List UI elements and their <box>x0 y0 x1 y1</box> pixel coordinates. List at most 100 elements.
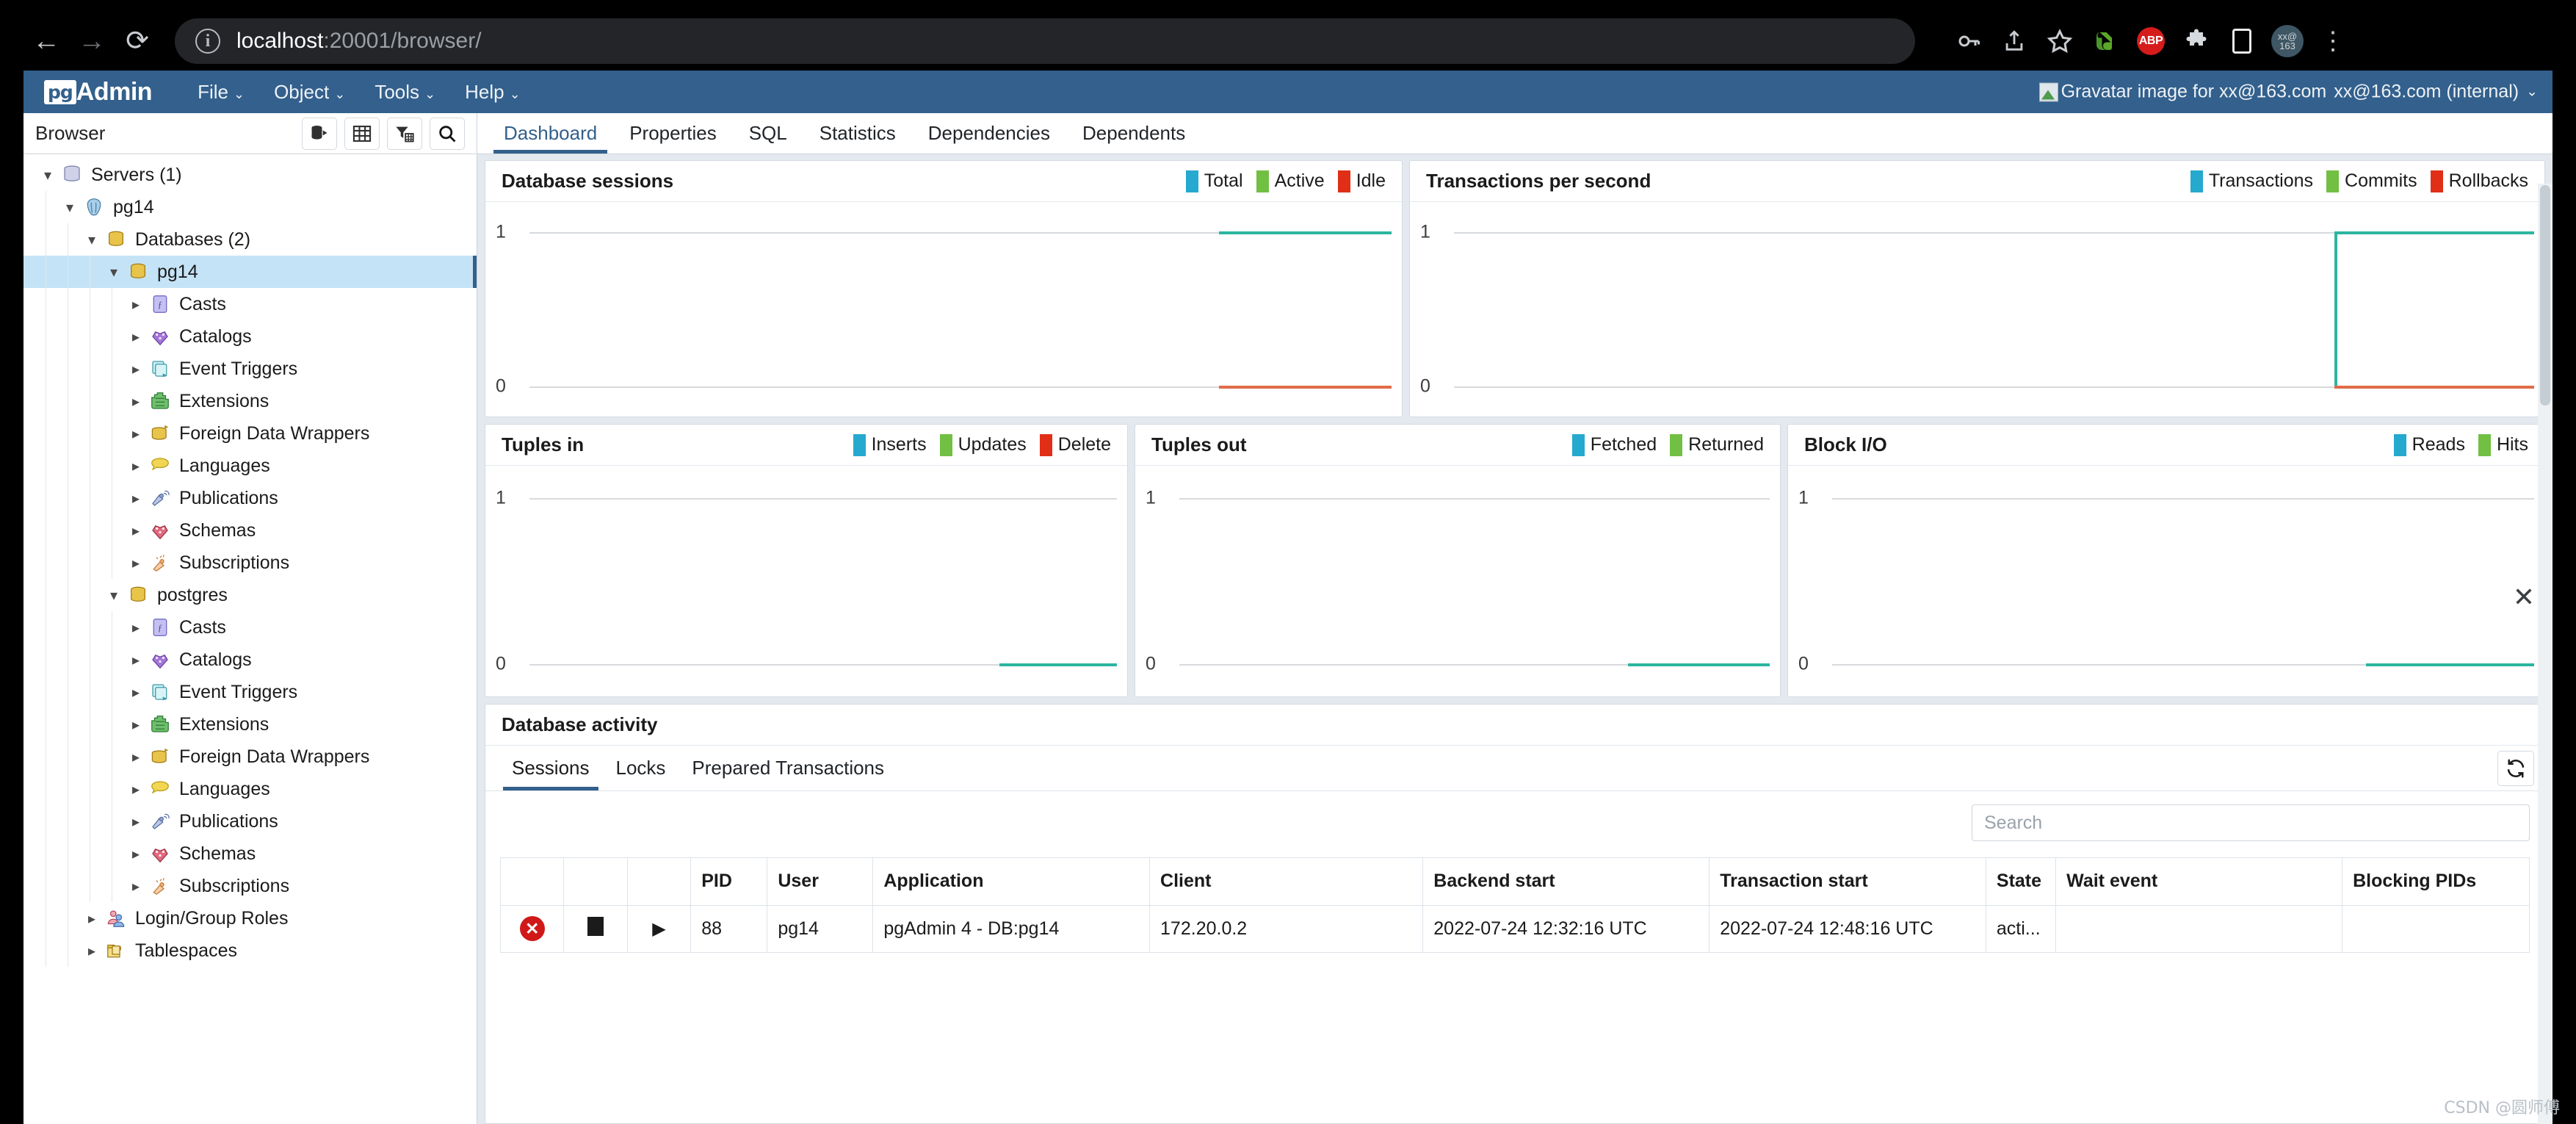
menu-tools[interactable]: Tools ⌄ <box>360 75 450 109</box>
column-header[interactable]: Transaction start <box>1709 858 1986 906</box>
chevron-right-icon[interactable] <box>125 877 147 896</box>
chevron-right-icon[interactable] <box>125 489 147 508</box>
query-tool-icon[interactable] <box>302 117 337 150</box>
column-header[interactable] <box>500 858 565 906</box>
chevron-right-icon[interactable] <box>125 651 147 669</box>
tree-item-extensions[interactable]: Extensions <box>23 708 477 741</box>
adblock-plus-extension-icon[interactable]: ABP <box>2128 18 2174 64</box>
chevron-down-icon[interactable] <box>103 263 125 281</box>
chevron-right-icon[interactable] <box>125 425 147 443</box>
chevron-right-icon[interactable] <box>125 328 147 346</box>
chevron-right-icon[interactable] <box>125 619 147 637</box>
close-tab-icon[interactable]: ✕ <box>2513 584 2535 610</box>
chevron-right-icon[interactable] <box>125 457 147 475</box>
column-header[interactable]: Blocking PIDs <box>2342 858 2530 906</box>
column-header[interactable]: User <box>767 858 874 906</box>
tree-item-databases-2[interactable]: Databases (2) <box>23 223 477 256</box>
column-header[interactable]: State <box>1986 858 2057 906</box>
tree-item-languages[interactable]: Languages <box>23 773 477 805</box>
bookmark-star-icon[interactable] <box>2037 18 2083 64</box>
chevron-right-icon[interactable] <box>81 942 103 960</box>
profile-avatar-icon[interactable]: xx@ 163 <box>2265 18 2310 64</box>
column-header[interactable]: Client <box>1149 858 1424 906</box>
reload-icon[interactable]: ⟳ <box>115 18 160 64</box>
chevron-right-icon[interactable] <box>125 554 147 572</box>
legend-item[interactable]: Transactions <box>2190 170 2313 192</box>
column-header[interactable]: Application <box>872 858 1151 906</box>
legend-item[interactable]: Hits <box>2478 433 2528 456</box>
refresh-icon[interactable] <box>2497 750 2534 786</box>
tree-item-pg14[interactable]: pg14 <box>23 256 477 288</box>
chevron-right-icon[interactable] <box>81 909 103 928</box>
cancel-query-icon[interactable]: ✕ <box>500 905 565 953</box>
chevron-right-icon[interactable] <box>125 780 147 799</box>
column-header[interactable]: PID <box>690 858 768 906</box>
chevron-right-icon[interactable] <box>125 748 147 766</box>
chevron-right-icon[interactable] <box>125 683 147 702</box>
main-scrollbar-thumb[interactable] <box>2540 185 2550 406</box>
terminate-session-icon[interactable] <box>563 905 628 953</box>
tree-item-publications[interactable]: Publications <box>23 805 477 837</box>
object-tree[interactable]: Servers (1) pg14 Databases (2) pg14 ƒ Casts Ca… <box>23 154 477 1124</box>
tree-item-schemas[interactable]: Schemas <box>23 514 477 547</box>
chevron-right-icon[interactable] <box>125 360 147 378</box>
tree-item-extensions[interactable]: Extensions <box>23 385 477 417</box>
back-arrow-icon[interactable]: ← <box>23 18 69 64</box>
legend-item[interactable]: Inserts <box>853 433 927 456</box>
tab-properties[interactable]: Properties <box>613 113 733 154</box>
tree-item-postgres[interactable]: postgres <box>23 579 477 611</box>
chevron-right-icon[interactable] <box>125 522 147 540</box>
chevron-right-icon[interactable] <box>125 392 147 411</box>
tree-item-servers-1[interactable]: Servers (1) <box>23 159 477 191</box>
menu-help[interactable]: Help ⌄ <box>450 75 535 109</box>
tree-item-casts[interactable]: ƒ Casts <box>23 611 477 644</box>
expand-row-icon[interactable]: ▶ <box>627 905 692 953</box>
sessions-grid[interactable]: PID User Application Client Backend start Tra… <box>500 857 2530 953</box>
tree-item-subscriptions[interactable]: Subscriptions <box>23 547 477 579</box>
chevron-right-icon[interactable] <box>125 295 147 314</box>
chevron-right-icon[interactable] <box>125 716 147 734</box>
column-header[interactable] <box>563 858 628 906</box>
tab-dependents[interactable]: Dependents <box>1066 113 1201 154</box>
tab-locks[interactable]: Locks <box>603 746 679 790</box>
menu-object[interactable]: Object ⌄ <box>259 75 360 109</box>
tab-statistics[interactable]: Statistics <box>803 113 912 154</box>
chevron-down-icon[interactable] <box>81 231 103 249</box>
legend-item[interactable]: Fetched <box>1571 433 1657 456</box>
column-header[interactable] <box>627 858 692 906</box>
tree-item-schemas[interactable]: Schemas <box>23 837 477 870</box>
legend-item[interactable]: Active <box>1256 170 1325 192</box>
extensions-puzzle-icon[interactable] <box>2174 18 2219 64</box>
legend-item[interactable]: Rollbacks <box>2430 170 2528 192</box>
evernote-extension-icon[interactable] <box>2083 18 2128 64</box>
legend-item[interactable]: Idle <box>1337 170 1386 192</box>
table-row[interactable]: ✕ ▶ 88 pg14 pgAdmin 4 - DB:pg14 172.20.0.2 202… <box>500 905 2530 953</box>
tree-item-publications[interactable]: Publications <box>23 482 477 514</box>
main-scrollbar[interactable] <box>2538 184 2553 1124</box>
column-header[interactable]: Backend start <box>1422 858 1710 906</box>
password-key-icon[interactable] <box>1946 18 1991 64</box>
search-objects-icon[interactable] <box>430 117 465 150</box>
view-data-grid-icon[interactable] <box>344 117 380 150</box>
chevron-right-icon[interactable] <box>125 813 147 831</box>
tab-sql[interactable]: SQL <box>733 113 803 154</box>
tree-item-subscriptions[interactable]: Subscriptions <box>23 870 477 902</box>
chevron-right-icon[interactable] <box>125 845 147 863</box>
column-header[interactable]: Wait event <box>2055 858 2343 906</box>
site-info-icon[interactable]: i <box>195 29 220 54</box>
tab-sessions[interactable]: Sessions <box>499 746 603 790</box>
tab-prepared-transactions[interactable]: Prepared Transactions <box>679 746 897 790</box>
chevron-down-icon[interactable] <box>59 198 81 217</box>
chevron-down-icon[interactable] <box>103 586 125 605</box>
legend-item[interactable]: Total <box>1185 170 1243 192</box>
pgadmin-logo[interactable]: pg Admin <box>44 78 153 107</box>
tab-dashboard[interactable]: Dashboard <box>488 113 613 154</box>
tree-item-login-group-roles[interactable]: Login/Group Roles <box>23 902 477 934</box>
tree-item-catalogs[interactable]: Catalogs <box>23 644 477 676</box>
address-bar[interactable]: i localhost:20001/browser/ <box>175 18 1915 64</box>
tree-item-pg14[interactable]: pg14 <box>23 191 477 223</box>
legend-item[interactable]: Reads <box>2393 433 2465 456</box>
filtered-rows-icon[interactable] <box>387 117 422 150</box>
legend-item[interactable]: Delete <box>1039 433 1111 456</box>
chevron-down-icon[interactable] <box>37 166 59 184</box>
